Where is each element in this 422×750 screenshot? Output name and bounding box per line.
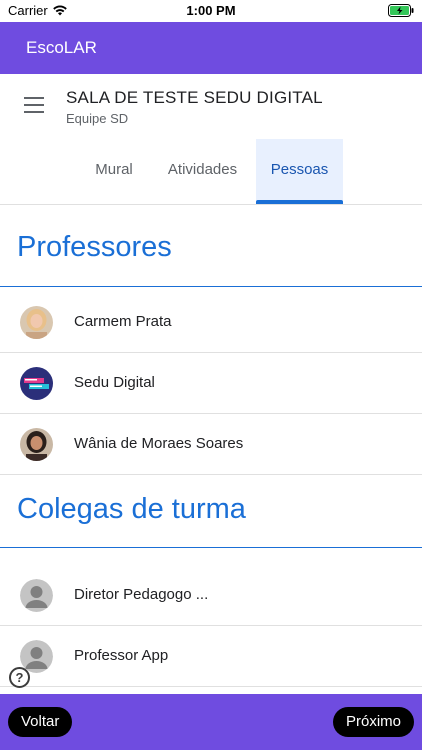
teacher-row[interactable]: Sedu Digital	[0, 353, 422, 414]
tab-mural[interactable]: Mural	[80, 139, 148, 204]
class-team: Equipe SD	[66, 111, 129, 126]
menu-icon-bar	[24, 104, 44, 106]
teachers-divider	[0, 286, 422, 287]
photo-avatar	[20, 306, 53, 339]
person-name: Sedu Digital	[74, 374, 155, 391]
photo-avatar	[20, 428, 53, 461]
status-bar: Carrier 1:00 PM	[0, 0, 422, 22]
tab-bar: Mural Atividades Pessoas	[0, 139, 422, 205]
person-name: Diretor Pedagogo ...	[74, 586, 209, 603]
classmate-row[interactable]: Professor App	[0, 626, 422, 687]
person-name: Carmem Prata	[74, 313, 172, 330]
tab-atividades[interactable]: Atividades	[156, 139, 249, 204]
app-title: EscoLAR	[26, 38, 97, 57]
teacher-row[interactable]: Wânia de Moraes Soares	[0, 414, 422, 475]
classmate-row[interactable]: Diretor Pedagogo ...	[0, 565, 422, 626]
class-name: SALA DE TESTE SEDU DIGITAL	[66, 88, 323, 107]
back-button[interactable]: Voltar	[8, 707, 73, 737]
app-bar: EscoLAR	[0, 22, 422, 74]
bottom-bar: Voltar Próximo	[0, 694, 422, 750]
menu-icon-bar	[24, 97, 44, 99]
next-button[interactable]: Próximo	[332, 707, 414, 737]
menu-icon-bar	[24, 111, 44, 113]
tab-pessoas[interactable]: Pessoas	[256, 139, 343, 204]
classmates-divider	[0, 547, 422, 548]
person-name: Professor App	[74, 647, 169, 664]
class-header: SALA DE TESTE SEDU DIGITAL Equipe SD	[0, 74, 422, 140]
default-avatar-icon	[20, 579, 53, 612]
help-icon[interactable]: ?	[9, 667, 30, 688]
person-name: Wânia de Moraes Soares	[74, 435, 244, 452]
classmates-section-title: Colegas de turma	[17, 493, 246, 525]
battery-icon	[388, 4, 414, 17]
logo-avatar	[20, 367, 53, 400]
teacher-row[interactable]: Carmem Prata	[0, 292, 422, 353]
menu-icon[interactable]	[24, 97, 48, 115]
teachers-section-title: Professores	[17, 231, 172, 263]
status-time: 1:00 PM	[186, 3, 236, 18]
